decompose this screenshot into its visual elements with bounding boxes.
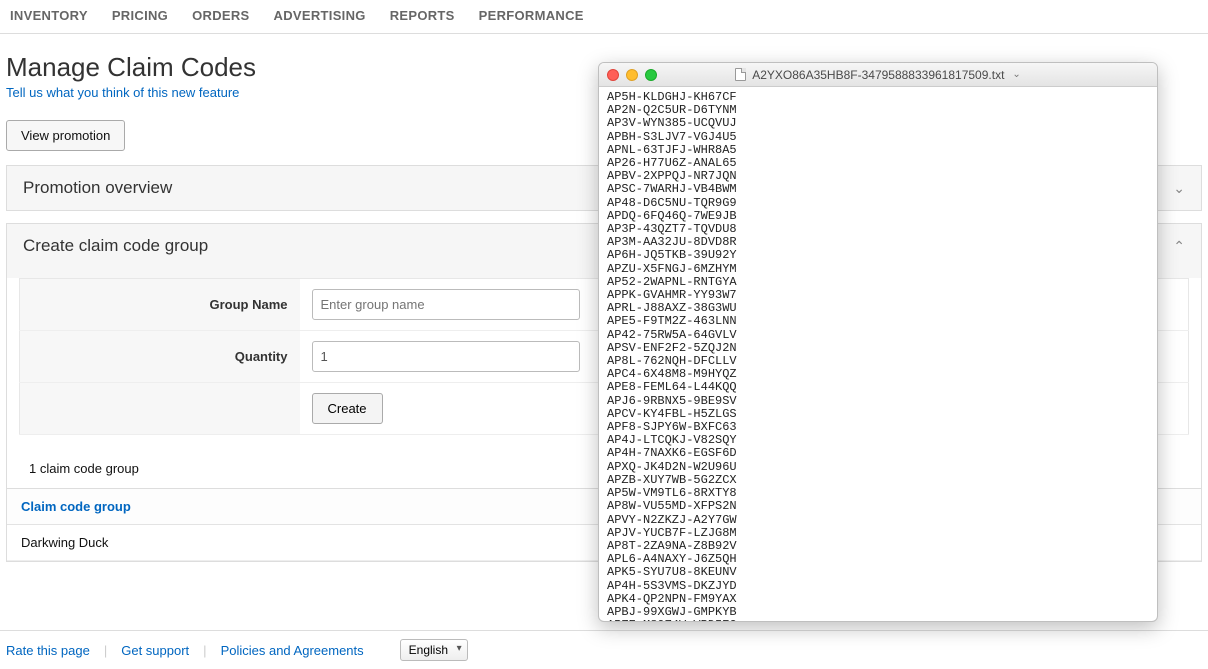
- document-icon: [735, 68, 746, 81]
- language-select[interactable]: English: [400, 639, 468, 661]
- get-support-link[interactable]: Get support: [121, 643, 189, 658]
- cell-group: Darkwing Duck: [7, 525, 407, 561]
- text-file-window[interactable]: A2YXO86A35HB8F-3479588833961817509.txt ⌄…: [598, 62, 1158, 622]
- footer-divider: |: [104, 643, 107, 658]
- window-titlebar[interactable]: A2YXO86A35HB8F-3479588833961817509.txt ⌄: [599, 63, 1157, 87]
- create-row-spacer: [20, 383, 300, 435]
- traffic-lights: [607, 69, 657, 81]
- window-minimize-button[interactable]: [626, 69, 638, 81]
- nav-performance[interactable]: PERFORMANCE: [479, 8, 584, 23]
- col-claim-code-group[interactable]: Claim code group: [7, 489, 407, 525]
- policies-link[interactable]: Policies and Agreements: [221, 643, 364, 658]
- group-name-input[interactable]: [312, 289, 580, 320]
- create-button[interactable]: Create: [312, 393, 383, 424]
- promotion-overview-title: Promotion overview: [23, 178, 172, 198]
- title-chevron-icon: ⌄: [1012, 69, 1020, 80]
- window-filename: A2YXO86A35HB8F-3479588833961817509.txt: [752, 68, 1004, 82]
- view-promotion-button[interactable]: View promotion: [6, 120, 125, 151]
- create-claim-code-title: Create claim code group: [23, 236, 208, 256]
- nav-reports[interactable]: REPORTS: [390, 8, 455, 23]
- quantity-input[interactable]: [312, 341, 580, 372]
- chevron-down-icon: ⌄: [1173, 180, 1185, 197]
- top-nav: INVENTORY PRICING ORDERS ADVERTISING REP…: [0, 0, 1208, 34]
- footer-divider: |: [203, 643, 206, 658]
- window-close-button[interactable]: [607, 69, 619, 81]
- quantity-label: Quantity: [20, 331, 300, 383]
- window-zoom-button[interactable]: [645, 69, 657, 81]
- footer-bar: Rate this page | Get support | Policies …: [0, 630, 1208, 669]
- rate-page-link[interactable]: Rate this page: [6, 643, 90, 658]
- file-contents[interactable]: AP5H-KLDGHJ-KH67CF AP2N-Q2C5UR-D6TYNM AP…: [599, 87, 1157, 621]
- nav-pricing[interactable]: PRICING: [112, 8, 168, 23]
- chevron-up-icon: ⌃: [1173, 238, 1185, 255]
- group-name-label: Group Name: [20, 279, 300, 331]
- nav-orders[interactable]: ORDERS: [192, 8, 249, 23]
- nav-advertising[interactable]: ADVERTISING: [274, 8, 366, 23]
- feedback-link[interactable]: Tell us what you think of this new featu…: [6, 85, 239, 100]
- nav-inventory[interactable]: INVENTORY: [10, 8, 88, 23]
